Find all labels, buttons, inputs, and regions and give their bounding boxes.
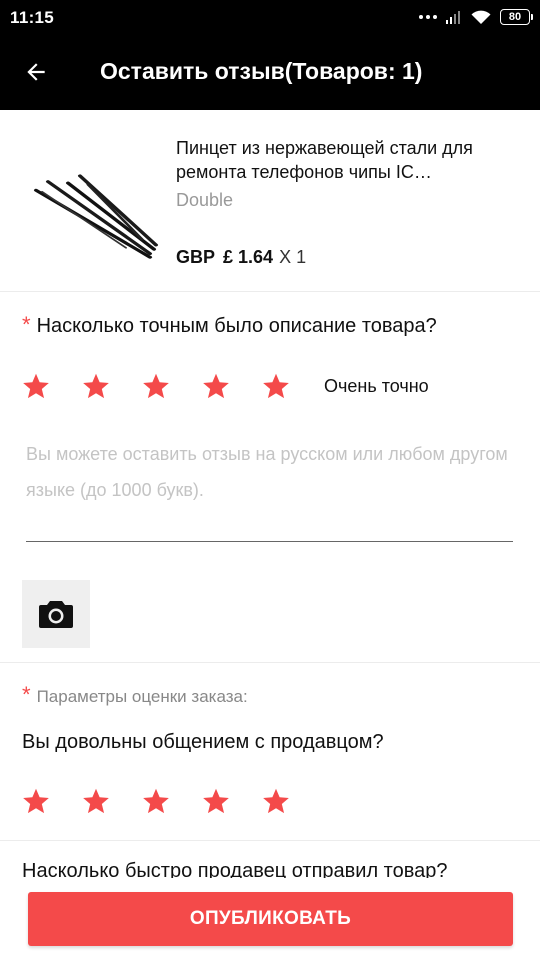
store-name: Double <box>176 190 234 210</box>
battery-icon: 80 <box>500 9 533 25</box>
camera-icon <box>39 601 73 628</box>
notification-dots-icon <box>419 15 437 19</box>
arrow-back-icon <box>27 63 45 81</box>
star-3-icon[interactable] <box>142 372 170 400</box>
add-photo-button[interactable] <box>22 580 90 648</box>
product-image <box>34 174 158 259</box>
review-field-wrapper <box>26 436 513 542</box>
app-bar: Оставить отзыв(Товаров: 1) <box>0 34 540 110</box>
star-4-icon[interactable] <box>202 372 230 400</box>
product-card: Пинцет из нержавеющей стали для ремонта … <box>0 110 540 292</box>
rating-text: Очень точно <box>324 376 429 396</box>
star-2-icon[interactable] <box>82 787 110 815</box>
star-1-icon[interactable] <box>22 372 50 400</box>
review-input[interactable] <box>26 436 513 541</box>
bottom-bar: ОПУБЛИКОВАТЬ <box>0 878 540 960</box>
wifi-icon <box>471 10 491 24</box>
page-title: Оставить отзыв(Товаров: 1) <box>100 58 423 84</box>
order-params-text: Параметры оценки заказа: <box>36 687 248 706</box>
star-5-icon[interactable] <box>262 787 290 815</box>
price-amount: £ 1.64 <box>223 247 274 267</box>
product-price: GBP £ 1.64 X 1 <box>176 247 306 268</box>
seller-communication-question: Вы довольны общением с продавцом? <box>22 731 384 753</box>
required-mark: * <box>22 312 31 337</box>
price-currency: GBP <box>176 247 216 267</box>
status-icons: 80 <box>419 7 533 27</box>
back-button[interactable] <box>14 50 58 94</box>
description-question: * Насколько точным было описание товара? <box>22 312 437 338</box>
product-title[interactable]: Пинцет из нержавеющей стали для ремонта … <box>176 136 506 184</box>
description-rating-stars <box>22 372 322 400</box>
signal-icon <box>446 11 460 24</box>
product-quantity: X 1 <box>279 247 307 267</box>
star-3-icon[interactable] <box>142 787 170 815</box>
section-divider <box>0 662 540 663</box>
description-question-text: Насколько точным было описание товара? <box>36 315 437 337</box>
section-divider <box>0 840 540 841</box>
status-time: 11:15 <box>10 8 55 27</box>
star-2-icon[interactable] <box>82 372 110 400</box>
star-1-icon[interactable] <box>22 787 50 815</box>
order-params-label: * Параметры оценки заказа: <box>22 682 248 708</box>
status-bar: 11:15 80 <box>0 0 540 34</box>
star-4-icon[interactable] <box>202 787 230 815</box>
required-mark: * <box>22 682 31 707</box>
battery-level: 80 <box>508 11 522 23</box>
publish-button[interactable]: ОПУБЛИКОВАТЬ <box>28 892 513 946</box>
seller-rating-stars <box>22 787 322 815</box>
star-5-icon[interactable] <box>262 372 290 400</box>
